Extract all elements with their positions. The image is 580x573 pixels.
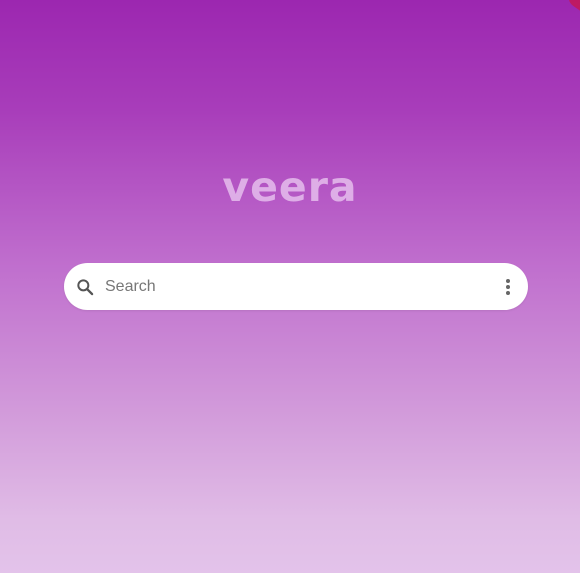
search-bar[interactable]	[64, 263, 528, 310]
search-input[interactable]	[103, 265, 496, 308]
corner-tab	[564, 0, 580, 13]
app-logo: veera	[222, 163, 358, 211]
more-vertical-icon[interactable]	[496, 275, 520, 299]
search-icon[interactable]	[74, 276, 96, 298]
